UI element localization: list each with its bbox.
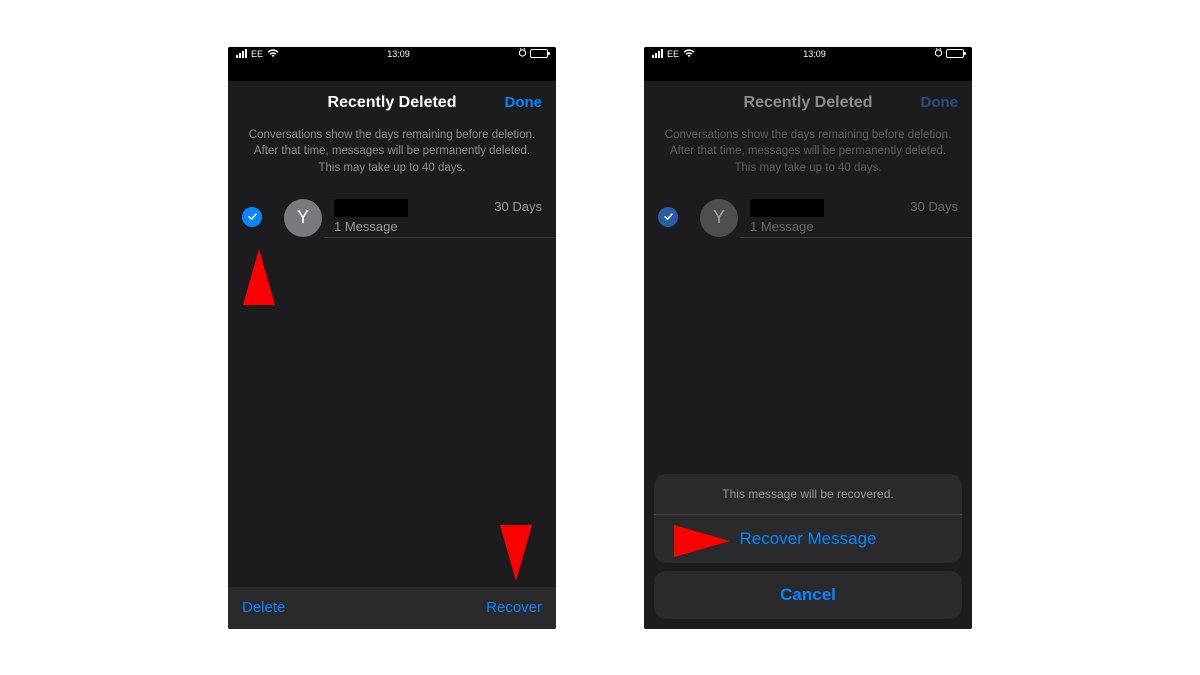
nav-bar: Recently Deleted Done [228, 81, 556, 125]
avatar: Y [700, 199, 738, 237]
action-sheet: This message will be recovered. Recover … [654, 474, 962, 619]
selection-check-icon[interactable] [242, 207, 262, 227]
status-bar: EE 13:09 [228, 47, 556, 61]
wifi-icon [683, 49, 695, 58]
annotation-arrow-up [243, 249, 275, 305]
status-bar: EE 13:09 [644, 47, 972, 61]
annotation-arrow-down [500, 525, 532, 581]
alarm-icon [934, 48, 943, 59]
message-count-label: 1 Message [334, 219, 556, 234]
phone-screenshot-left: EE 13:09 Recently Deleted Done Conversat… [228, 47, 556, 629]
wifi-icon [267, 49, 279, 58]
done-button[interactable]: Done [921, 94, 959, 111]
days-remaining-label: 30 Days [494, 199, 542, 214]
clock-label: 13:09 [803, 49, 826, 59]
conversation-row[interactable]: 30 Days Y 1 Message [644, 193, 972, 238]
alarm-icon [518, 48, 527, 59]
modal-backdrop-top [228, 61, 556, 81]
days-remaining-label: 30 Days [910, 199, 958, 214]
selection-check-icon[interactable] [658, 207, 678, 227]
modal-backdrop-top [644, 61, 972, 81]
recover-button[interactable]: Recover [486, 599, 542, 616]
contact-name-redacted [334, 199, 408, 217]
carrier-label: EE [251, 49, 263, 59]
clock-label: 13:09 [387, 49, 410, 59]
page-title: Recently Deleted [328, 94, 457, 112]
delete-button[interactable]: Delete [242, 599, 285, 616]
battery-icon [530, 49, 548, 58]
phone-screenshot-right: EE 13:09 Recently Deleted Done Conversat… [644, 47, 972, 629]
nav-bar: Recently Deleted Done [644, 81, 972, 125]
carrier-label: EE [667, 49, 679, 59]
header-description: Conversations show the days remaining be… [228, 125, 556, 191]
signal-icon [236, 49, 247, 58]
signal-icon [652, 49, 663, 58]
message-count-label: 1 Message [750, 219, 972, 234]
cancel-button[interactable]: Cancel [654, 571, 962, 619]
conversation-row[interactable]: 30 Days Y 1 Message [228, 193, 556, 238]
contact-name-redacted [750, 199, 824, 217]
page-title: Recently Deleted [744, 94, 873, 112]
recover-message-button[interactable]: Recover Message [654, 515, 962, 563]
done-button[interactable]: Done [505, 94, 543, 111]
toolbar: Delete Recover [228, 587, 556, 629]
header-description: Conversations show the days remaining be… [644, 125, 972, 191]
action-sheet-header: This message will be recovered. [654, 474, 962, 515]
avatar: Y [284, 199, 322, 237]
battery-icon [946, 49, 964, 58]
